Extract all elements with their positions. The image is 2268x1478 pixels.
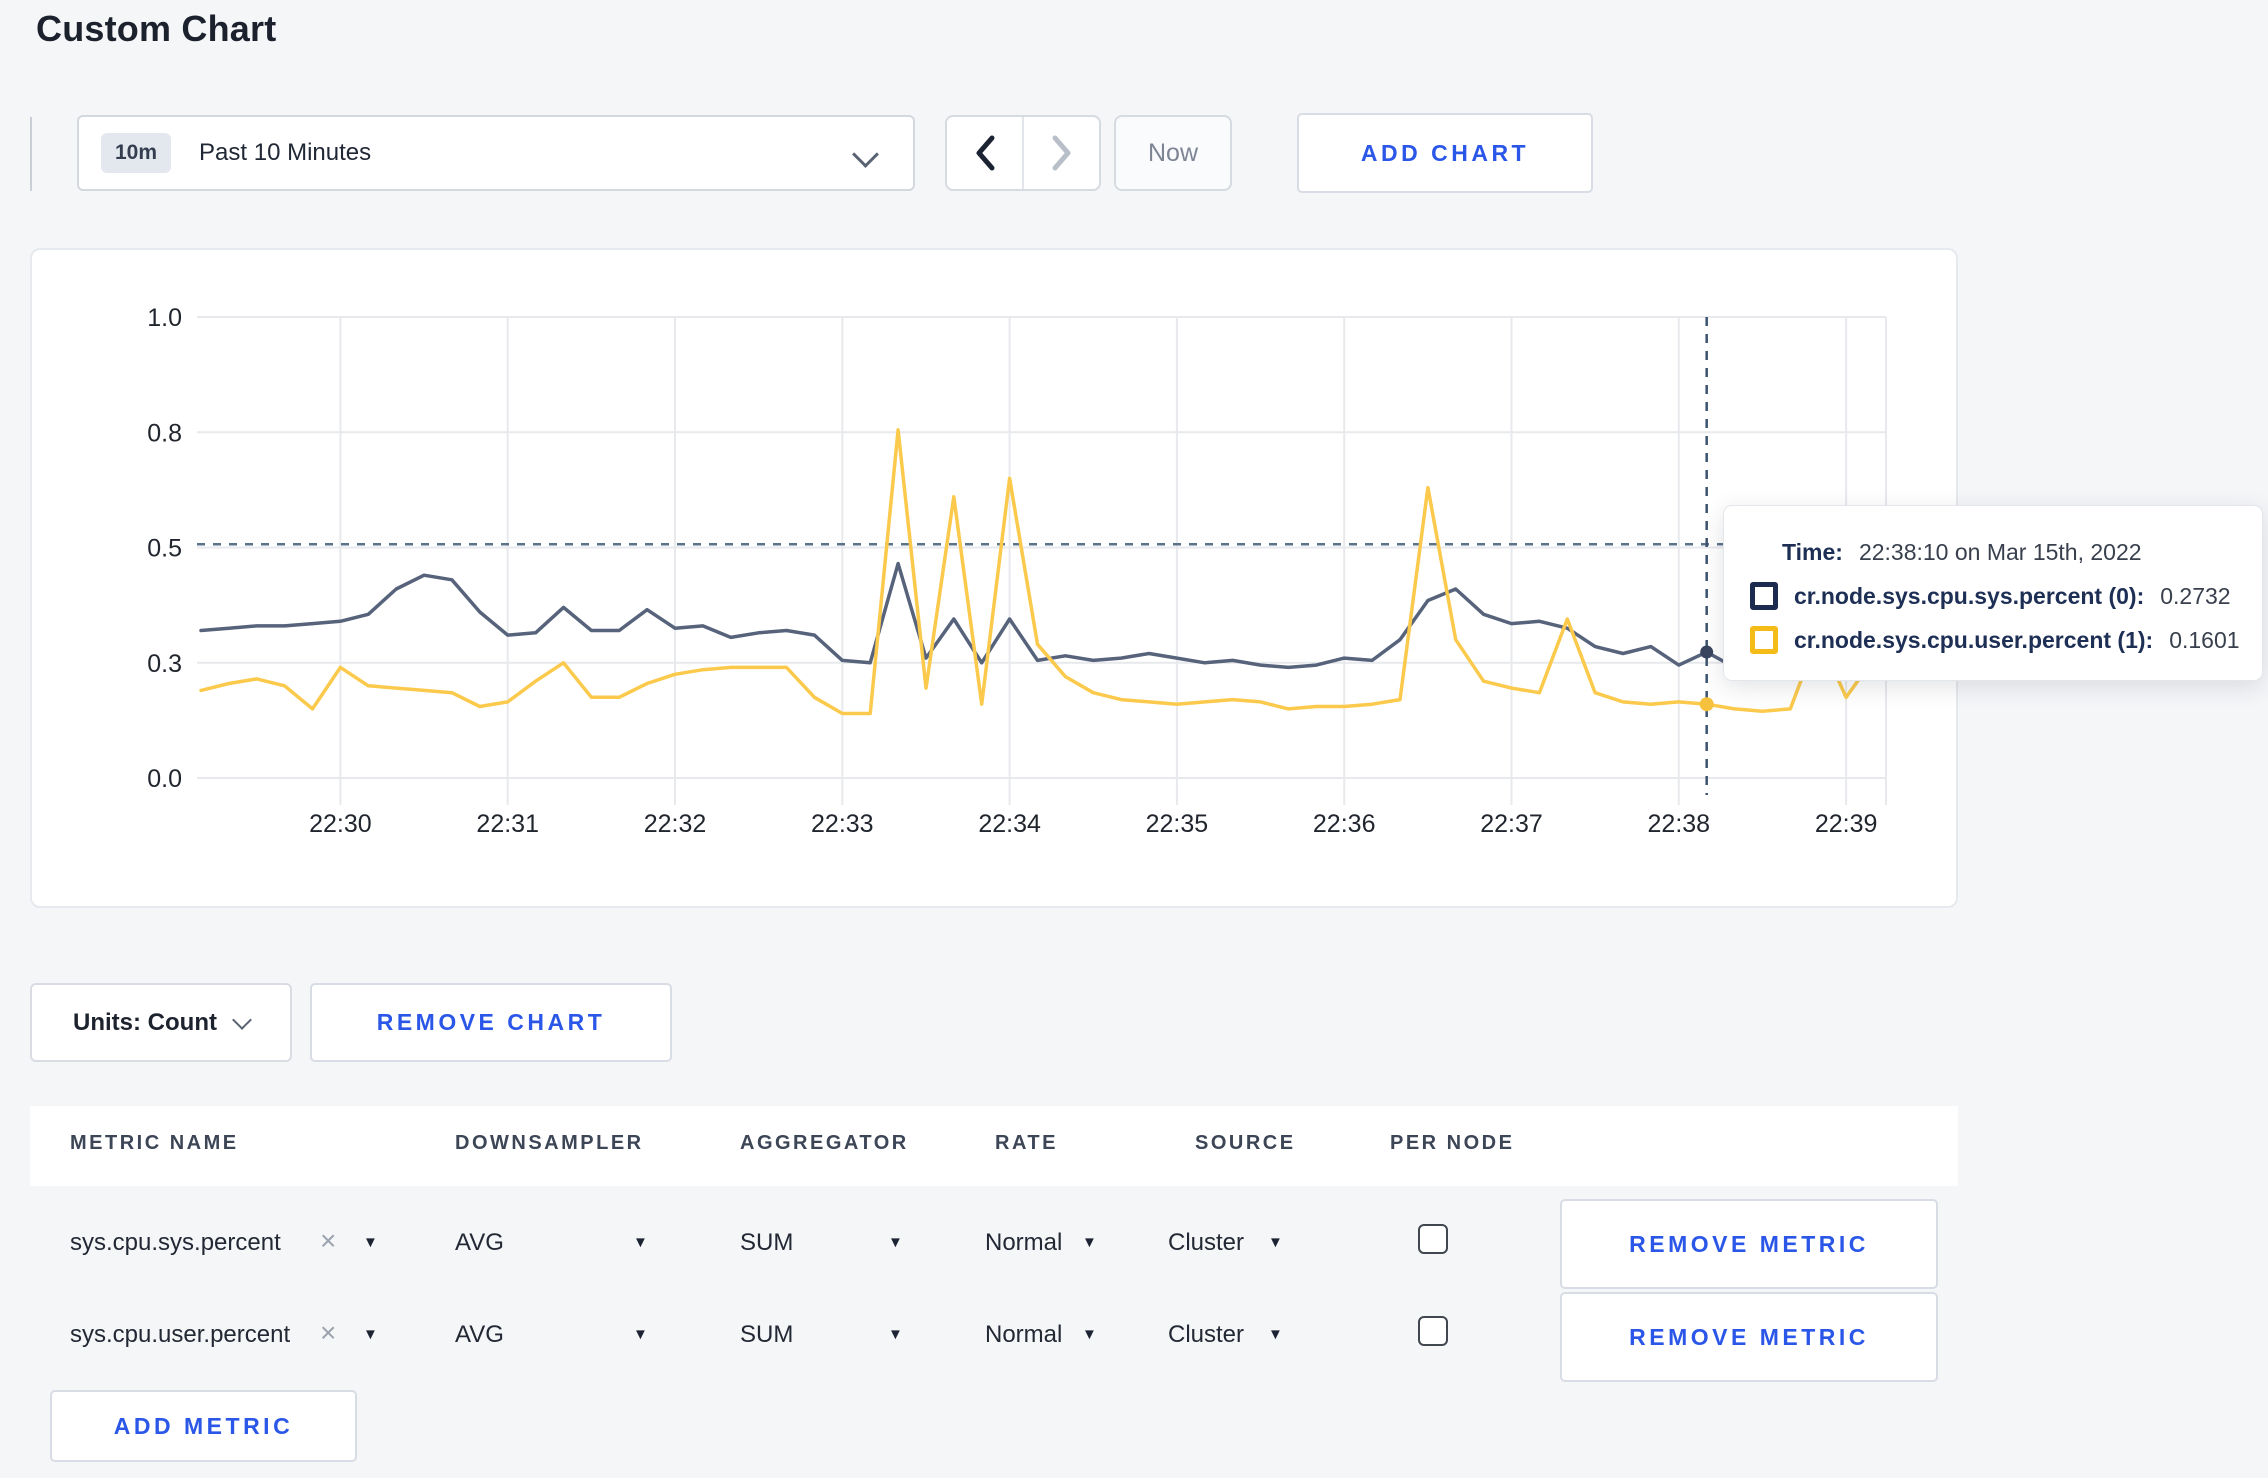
y-axis-tick: 0.5	[147, 535, 182, 563]
time-window-badge: 10m	[101, 133, 172, 173]
col-source: SOURCE	[1195, 1132, 1296, 1154]
rate-arrow-icon[interactable]: ▼	[1082, 1326, 1097, 1343]
aggregator-select[interactable]: SUM	[740, 1321, 793, 1349]
x-axis-tick: 22:37	[1480, 810, 1543, 838]
tooltip-user-value: 0.1601	[2169, 626, 2240, 653]
x-axis-tick: 22:34	[978, 810, 1041, 838]
per-node-checkbox[interactable]	[1418, 1224, 1448, 1254]
x-axis-tick: 22:30	[309, 810, 372, 838]
tooltip-sys-value: 0.2732	[2160, 582, 2231, 609]
chart-tooltip: Time: 22:38:10 on Mar 15th, 2022 cr.node…	[1723, 505, 2263, 681]
previous-window-button[interactable]	[947, 117, 1024, 189]
units-label: Units: Count	[73, 1008, 217, 1036]
tooltip-time-label: Time:	[1782, 538, 1843, 565]
clear-metric-icon[interactable]: ×	[320, 1317, 336, 1349]
chevron-right-icon	[1052, 135, 1070, 171]
next-window-button[interactable]	[1024, 117, 1099, 189]
chevron-down-icon	[232, 1009, 252, 1030]
custom-chart-page: Custom Chart 10m Past 10 Minutes Now ADD…	[0, 0, 2268, 1478]
metric-dropdown-arrow-icon[interactable]: ▼	[363, 1234, 378, 1251]
per-node-checkbox[interactable]	[1418, 1316, 1448, 1346]
source-arrow-icon[interactable]: ▼	[1268, 1234, 1283, 1251]
cpu-usage-chart[interactable]: 0.0 0.3 0.5 0.8 1.0 22:30 22:31 22:32 22:33 22:34…	[32, 250, 1960, 910]
chevron-down-icon	[852, 141, 879, 168]
y-axis-tick: 0.8	[147, 419, 182, 447]
col-rate: RATE	[995, 1132, 1058, 1154]
clear-metric-icon[interactable]: ×	[320, 1225, 336, 1257]
x-axis-tick: 22:36	[1313, 810, 1376, 838]
chart-card: 0.0 0.3 0.5 0.8 1.0 22:30 22:31 22:32 22:33 22:34…	[30, 248, 1958, 908]
user-series-swatch-icon	[1750, 626, 1778, 654]
downsampler-arrow-icon[interactable]: ▼	[633, 1326, 648, 1343]
y-axis-tick: 0.3	[147, 650, 182, 678]
downsampler-select[interactable]: AVG	[455, 1229, 504, 1257]
tooltip-user-row: cr.node.sys.cpu.user.percent (1): 0.1601	[1724, 618, 2262, 662]
user-hover-point	[1699, 697, 1714, 712]
tooltip-sys-row: cr.node.sys.cpu.sys.percent (0): 0.2732	[1724, 574, 2262, 618]
downsampler-arrow-icon[interactable]: ▼	[633, 1234, 648, 1251]
downsampler-select[interactable]: AVG	[455, 1321, 504, 1349]
time-window-dropdown[interactable]: 10m Past 10 Minutes	[77, 115, 915, 191]
x-axis-tick: 22:31	[476, 810, 539, 838]
y-axis-tick: 1.0	[147, 304, 182, 332]
rate-select[interactable]: Normal	[985, 1229, 1062, 1257]
tooltip-time-row: Time: 22:38:10 on Mar 15th, 2022	[1724, 530, 2262, 574]
units-dropdown[interactable]: Units: Count	[30, 983, 292, 1062]
time-window-label: Past 10 Minutes	[199, 139, 372, 166]
metrics-table-header: METRIC NAME DOWNSAMPLER AGGREGATOR RATE …	[30, 1106, 1958, 1186]
sys-series-swatch-icon	[1750, 582, 1778, 610]
series-cr.node.sys.cpu.user.percent	[199, 428, 1876, 716]
page-title: Custom Chart	[36, 8, 277, 49]
x-axis-tick: 22:39	[1815, 810, 1878, 838]
sys-hover-point	[1700, 645, 1714, 659]
now-button[interactable]: Now	[1114, 115, 1232, 191]
source-select[interactable]: Cluster	[1168, 1321, 1244, 1349]
toolbar-divider	[30, 117, 32, 191]
add-chart-button[interactable]: ADD CHART	[1297, 113, 1593, 193]
series-cr.node.sys.cpu.sys.percent	[199, 561, 1876, 670]
rate-select[interactable]: Normal	[985, 1321, 1062, 1349]
add-metric-button[interactable]: ADD METRIC	[50, 1390, 357, 1462]
remove-metric-button[interactable]: REMOVE METRIC	[1560, 1292, 1938, 1382]
remove-metric-button[interactable]: REMOVE METRIC	[1560, 1199, 1938, 1289]
time-window-pager	[945, 115, 1101, 191]
tooltip-time-value: 22:38:10 on Mar 15th, 2022	[1858, 538, 2142, 565]
aggregator-arrow-icon[interactable]: ▼	[888, 1234, 903, 1251]
source-arrow-icon[interactable]: ▼	[1268, 1326, 1283, 1343]
col-per-node: PER NODE	[1390, 1132, 1515, 1154]
metric-name-select[interactable]: sys.cpu.user.percent	[70, 1321, 290, 1349]
x-axis-tick: 22:35	[1146, 810, 1209, 838]
y-axis-tick: 0.0	[147, 765, 182, 793]
tooltip-user-label: cr.node.sys.cpu.user.percent (1):	[1794, 626, 2154, 653]
aggregator-arrow-icon[interactable]: ▼	[888, 1326, 903, 1343]
col-metric-name: METRIC NAME	[70, 1132, 239, 1154]
x-axis-tick: 22:32	[644, 810, 707, 838]
x-axis-tick: 22:33	[811, 810, 874, 838]
col-downsampler: DOWNSAMPLER	[455, 1132, 644, 1154]
metric-dropdown-arrow-icon[interactable]: ▼	[363, 1326, 378, 1343]
x-axis-tick: 22:38	[1648, 810, 1711, 838]
tooltip-sys-label: cr.node.sys.cpu.sys.percent (0):	[1794, 582, 2145, 609]
remove-chart-button[interactable]: REMOVE CHART	[310, 983, 672, 1062]
aggregator-select[interactable]: SUM	[740, 1229, 793, 1257]
metric-name-select[interactable]: sys.cpu.sys.percent	[70, 1229, 281, 1257]
rate-arrow-icon[interactable]: ▼	[1082, 1234, 1097, 1251]
source-select[interactable]: Cluster	[1168, 1229, 1244, 1257]
chevron-left-icon	[976, 135, 994, 171]
col-aggregator: AGGREGATOR	[740, 1132, 909, 1154]
